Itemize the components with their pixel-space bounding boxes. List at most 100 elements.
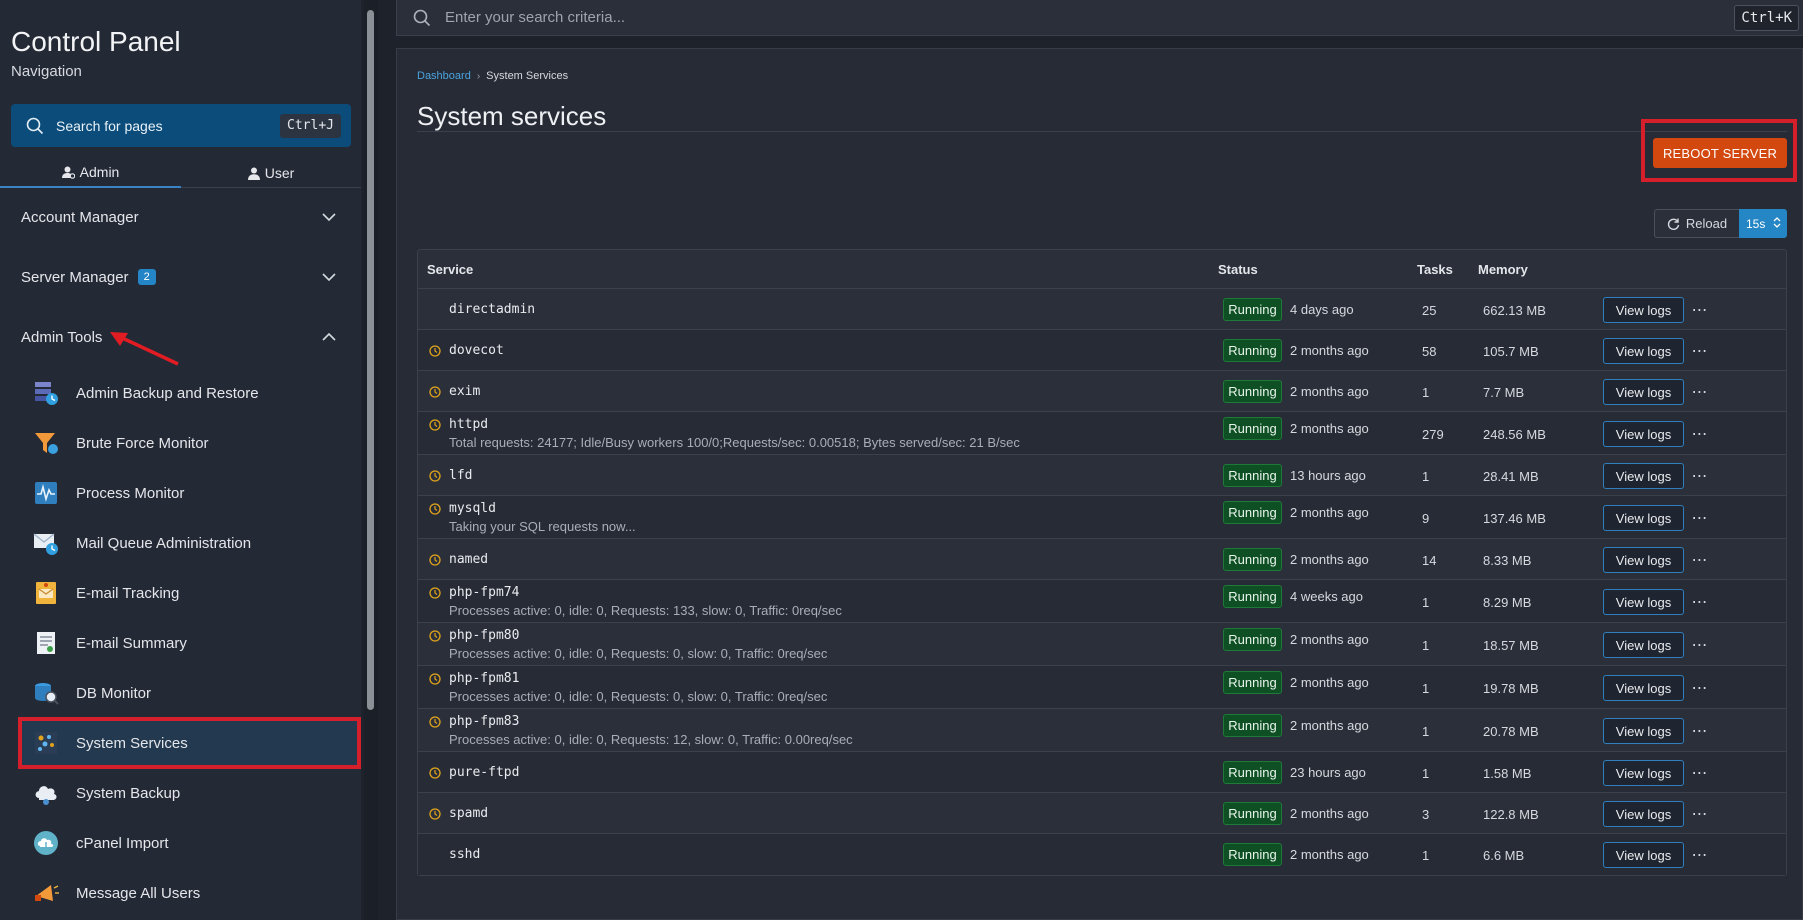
view-logs-button[interactable]: View logs [1603, 760, 1684, 786]
more-options-icon[interactable]: ⋯ [1690, 763, 1710, 783]
service-name: php-fpm83 [449, 714, 520, 729]
tasks-count: 3 [1422, 807, 1430, 822]
more-options-icon[interactable]: ⋯ [1690, 592, 1710, 612]
report-icon [32, 629, 60, 657]
memory-usage: 6.6 MB [1483, 848, 1525, 863]
tab-user-label: User [264, 165, 295, 181]
view-logs-button[interactable]: View logs [1603, 718, 1684, 744]
status-badge: Running [1223, 628, 1282, 651]
more-options-icon[interactable]: ⋯ [1690, 635, 1710, 655]
view-logs-button[interactable]: View logs [1603, 463, 1684, 489]
more-options-icon[interactable]: ⋯ [1690, 466, 1710, 486]
nav-item-db-monitor[interactable]: DB Monitor [20, 669, 359, 717]
tasks-count: 58 [1422, 344, 1437, 359]
clock-icon [429, 554, 441, 566]
table-row: named Running 2 months ago 14 8.33 MB View lo… [418, 539, 1786, 580]
nav-section-server-manager[interactable]: Server Manager 2 [0, 254, 361, 300]
nav-item-admin-backup-restore[interactable]: Admin Backup and Restore [20, 369, 359, 417]
more-options-icon[interactable]: ⋯ [1690, 341, 1710, 361]
uptime-text: 2 months ago [1290, 675, 1369, 690]
more-options-icon[interactable]: ⋯ [1690, 678, 1710, 698]
more-options-icon[interactable]: ⋯ [1690, 300, 1710, 320]
status-badge: Running [1223, 714, 1282, 737]
more-options-icon[interactable]: ⋯ [1690, 424, 1710, 444]
tasks-count: 9 [1422, 511, 1430, 526]
sidebar-title: Control Panel [11, 26, 181, 57]
breadcrumb-dashboard-link[interactable]: Dashboard [417, 70, 471, 82]
more-options-icon[interactable]: ⋯ [1690, 804, 1710, 824]
view-logs-button[interactable]: View logs [1603, 801, 1684, 827]
view-logs-button[interactable]: View logs [1603, 421, 1684, 447]
nav-item-email-tracking[interactable]: E-mail Tracking [20, 569, 359, 617]
table-header: Service Status Tasks Memory [418, 250, 1786, 289]
breadcrumb-current: System Services [486, 70, 569, 82]
more-options-icon[interactable]: ⋯ [1690, 550, 1710, 570]
table-row: httpd Total requests: 24177; Idle/Busy wo… [418, 412, 1786, 455]
nav-item-email-summary[interactable]: E-mail Summary [20, 619, 359, 667]
nav-item-message-all-users[interactable]: Message All Users [20, 869, 359, 917]
status-badge: Running [1223, 339, 1282, 362]
nav-item-label: E-mail Tracking [76, 584, 180, 602]
reload-button[interactable]: Reload [1654, 209, 1740, 238]
more-options-icon[interactable]: ⋯ [1690, 382, 1710, 402]
nav-section-label: Server Manager [21, 268, 129, 286]
service-description: Total requests: 24177; Idle/Busy workers… [449, 435, 1020, 450]
view-logs-button[interactable]: View logs [1603, 589, 1684, 615]
memory-usage: 8.29 MB [1483, 595, 1532, 610]
view-logs-button[interactable]: View logs [1603, 505, 1684, 531]
nav-item-cpanel-import[interactable]: cPanel Import [20, 819, 359, 867]
reload-interval-value: 15s [1746, 216, 1766, 231]
nav-section-label: Account Manager [21, 208, 139, 226]
nav-item-system-services[interactable]: System Services [18, 717, 361, 769]
sidebar-scrollbar-thumb[interactable] [367, 10, 374, 710]
view-logs-button[interactable]: View logs [1603, 379, 1684, 405]
tab-user[interactable]: User [181, 158, 361, 188]
global-search-bar[interactable]: Enter your search criteria... Ctrl+K [396, 0, 1803, 36]
uptime-text: 4 days ago [1290, 302, 1354, 317]
clock-icon [429, 716, 441, 728]
more-options-icon[interactable]: ⋯ [1690, 721, 1710, 741]
table-row: php-fpm81 Processes active: 0, idle: 0, R… [418, 666, 1786, 709]
service-description: Processes active: 0, idle: 0, Requests: … [449, 646, 828, 661]
tab-admin[interactable]: Admin [0, 158, 181, 188]
nav-item-system-backup[interactable]: System Backup [20, 769, 359, 817]
view-logs-button[interactable]: View logs [1603, 547, 1684, 573]
view-logs-button[interactable]: View logs [1603, 297, 1684, 323]
uptime-text: 2 months ago [1290, 718, 1369, 733]
nav-item-mail-queue[interactable]: Mail Queue Administration [20, 519, 359, 567]
tasks-count: 14 [1422, 553, 1437, 568]
reload-interval-select[interactable]: 15s [1739, 209, 1787, 238]
reboot-server-button[interactable]: REBOOT SERVER [1653, 138, 1787, 168]
chevron-updown-icon [1773, 217, 1781, 228]
memory-usage: 662.13 MB [1483, 303, 1546, 318]
nav-section-admin-tools[interactable]: Admin Tools [0, 314, 361, 360]
nav-item-process-monitor[interactable]: Process Monitor [20, 469, 359, 517]
services-table: Service Status Tasks Memory directadmin R… [417, 249, 1787, 876]
table-body: directadmin Running 4 days ago 25 662.13 MB V… [418, 289, 1786, 875]
view-logs-button[interactable]: View logs [1603, 675, 1684, 701]
table-row: php-fpm83 Processes active: 0, idle: 0, R… [418, 709, 1786, 752]
service-name: httpd [449, 417, 489, 432]
page-search-button[interactable]: Search for pages Ctrl+J [11, 104, 351, 147]
view-logs-button[interactable]: View logs [1603, 842, 1684, 868]
cloud-icon [32, 779, 60, 807]
memory-usage: 20.78 MB [1483, 724, 1539, 739]
clock-icon [429, 386, 441, 398]
nav-item-brute-force-monitor[interactable]: Brute Force Monitor [20, 419, 359, 467]
table-row: exim Running 2 months ago 1 7.7 MB View logs ⋯ [418, 371, 1786, 412]
memory-usage: 1.58 MB [1483, 766, 1532, 781]
column-header-service: Service [427, 262, 474, 277]
nav-section-account-manager[interactable]: Account Manager [0, 194, 361, 240]
status-badge: Running [1223, 464, 1282, 487]
chevron-down-icon [322, 273, 336, 282]
clock-icon [429, 470, 441, 482]
more-options-icon[interactable]: ⋯ [1690, 508, 1710, 528]
view-logs-button[interactable]: View logs [1603, 338, 1684, 364]
service-name: directadmin [449, 302, 536, 317]
uptime-text: 2 months ago [1290, 632, 1369, 647]
email-tracking-icon [32, 579, 60, 607]
more-options-icon[interactable]: ⋯ [1690, 845, 1710, 865]
service-name: named [449, 552, 489, 567]
view-logs-button[interactable]: View logs [1603, 632, 1684, 658]
breadcrumb-separator-icon: › [476, 70, 481, 82]
